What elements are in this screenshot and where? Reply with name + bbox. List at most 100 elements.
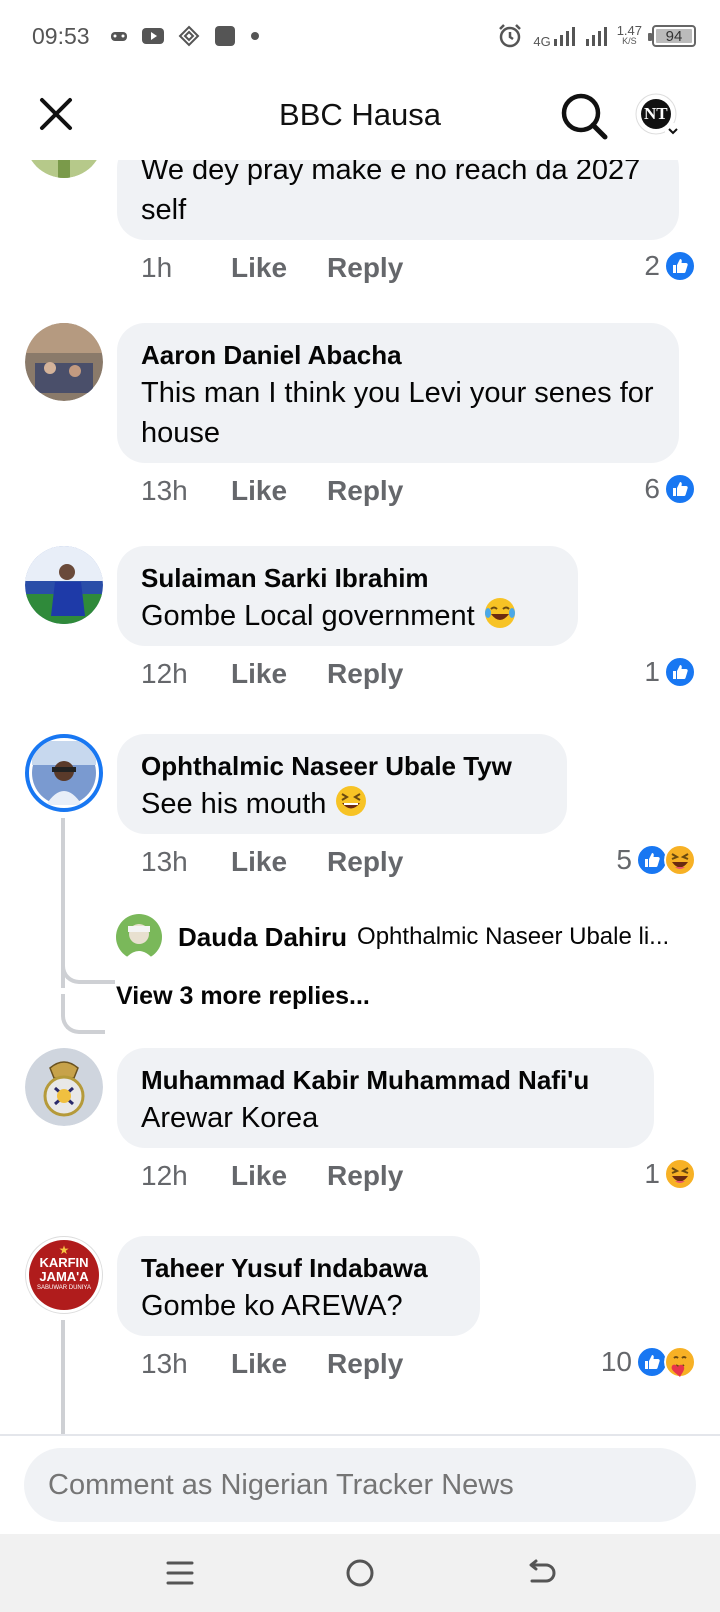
reaction-summary[interactable]: 10: [601, 1346, 696, 1378]
comment-author[interactable]: Sulaiman Sarki Ibrahim: [141, 560, 554, 596]
haha-reaction-icon: [664, 844, 696, 876]
like-button[interactable]: Like: [231, 658, 287, 690]
comment-bubble[interactable]: Aaron Daniel Abacha This man I think you…: [117, 323, 679, 463]
reaction-summary[interactable]: 6: [644, 473, 696, 505]
status-bar: 09:53 4G 1.47 K/S 94: [0, 0, 720, 72]
search-icon[interactable]: [558, 90, 610, 142]
comment-bubble[interactable]: Ophthalmic Naseer Ubale Tyw See his mout…: [117, 734, 567, 834]
reaction-summary[interactable]: 1: [644, 656, 696, 688]
home-icon[interactable]: [340, 1553, 380, 1593]
comment-composer: [0, 1434, 720, 1534]
menu-icon[interactable]: [160, 1553, 200, 1593]
avatar[interactable]: [25, 734, 103, 812]
comment-text: Arewar Korea: [141, 1102, 319, 1134]
profile-initials: NT: [644, 104, 668, 123]
dot-icon: [250, 32, 259, 40]
signal-icon: [585, 27, 607, 46]
laughing-tears-emoji: [484, 598, 515, 628]
comment-text: This man I think you Levi your senes for…: [141, 377, 654, 449]
chevron-down-icon: [665, 123, 681, 139]
reply-button[interactable]: Reply: [327, 658, 403, 690]
comment-author[interactable]: Muhammad Kabir Muhammad Nafi'u: [141, 1062, 630, 1098]
comment-time: 12h: [141, 658, 188, 689]
comment-time: 13h: [141, 846, 188, 877]
comment-actions: 1h Like Reply: [141, 252, 403, 284]
comment-time: 1h: [141, 252, 173, 283]
comment-text: We dey pray make e no reach da 2027 self: [141, 160, 641, 226]
avatar: [116, 914, 162, 960]
battery-level: 94: [665, 27, 683, 45]
reaction-count: 2: [644, 250, 660, 281]
comment-author[interactable]: Ophthalmic Naseer Ubale Tyw: [141, 748, 543, 784]
comment-bubble[interactable]: Sulaiman Sarki Ibrahim Gombe Local gover…: [117, 546, 578, 646]
comment-time: 13h: [141, 1348, 188, 1379]
comment-time: 13h: [141, 475, 188, 506]
comment-bubble[interactable]: Taheer Yusuf Indabawa Gombe ko AREWA?: [117, 1236, 480, 1336]
reply-button[interactable]: Reply: [327, 846, 403, 878]
reply-thread-line: [61, 1320, 65, 1434]
reply-button[interactable]: Reply: [327, 252, 403, 284]
reaction-summary[interactable]: 2: [644, 250, 696, 282]
comment-bubble[interactable]: We dey pray make e no reach da 2027 self: [117, 160, 679, 240]
haha-reaction-icon: [664, 1158, 696, 1190]
reply-preview[interactable]: Dauda Dahiru Ophthalmic Naseer Ubale li.…: [116, 912, 696, 962]
reply-thread-curve: [61, 954, 115, 984]
vpn-icon: [178, 25, 199, 47]
grinning-squint-emoji: [336, 786, 367, 816]
comment-input[interactable]: [24, 1448, 696, 1522]
comment-text: Gombe Local government: [141, 596, 554, 636]
avatar-image: [32, 741, 96, 805]
avatar[interactable]: [25, 546, 103, 624]
like-reaction-icon: [664, 250, 696, 282]
reaction-summary[interactable]: 5: [616, 844, 696, 876]
network-indicator: 4G: [533, 25, 575, 48]
view-more-replies[interactable]: View 3 more replies...: [116, 982, 370, 1011]
avatar-text-line: JAMA'A: [39, 1269, 89, 1284]
reaction-summary[interactable]: 1: [644, 1158, 696, 1190]
reply-button[interactable]: Reply: [327, 475, 403, 507]
reaction-count: 6: [644, 473, 660, 504]
speed-indicator: 1.47 K/S: [617, 24, 642, 47]
like-button[interactable]: Like: [231, 846, 287, 878]
like-reaction-icon: [664, 473, 696, 505]
reply-author[interactable]: Dauda Dahiru: [178, 922, 347, 953]
back-icon[interactable]: [520, 1553, 560, 1593]
avatar[interactable]: [25, 160, 103, 178]
comment-author[interactable]: Taheer Yusuf Indabawa: [141, 1250, 456, 1286]
gamepad-icon: [110, 32, 127, 41]
like-button[interactable]: Like: [231, 475, 287, 507]
reply-button[interactable]: Reply: [327, 1160, 403, 1192]
youtube-icon: [141, 28, 164, 44]
speed-unit: K/S: [622, 36, 637, 46]
battery-icon: 94: [648, 25, 696, 47]
avatar[interactable]: [25, 323, 103, 401]
comment-actions: 12h Like Reply: [141, 1160, 403, 1192]
like-button[interactable]: Like: [231, 252, 287, 284]
avatar[interactable]: [25, 1048, 103, 1126]
reply-text: Ophthalmic Naseer Ubale li...: [357, 923, 670, 950]
avatar-text-line: KARFIN: [39, 1255, 89, 1270]
comment-text: Gombe ko AREWA?: [141, 1290, 403, 1322]
page-title: BBC Hausa: [279, 97, 441, 132]
app-header: BBC Hausa NT: [0, 72, 720, 160]
app-icon: [214, 26, 235, 46]
like-button[interactable]: Like: [231, 1160, 287, 1192]
comment-text-content: Gombe Local government: [141, 600, 475, 632]
comment-thread[interactable]: We dey pray make e no reach da 2027 self…: [0, 160, 720, 1434]
avatar[interactable]: ★ KARFIN JAMA'A SABUWAR DUNIYA: [25, 1236, 103, 1314]
reply-thread-curve: [61, 994, 105, 1034]
like-reaction-icon: [664, 656, 696, 688]
care-reaction-icon: [664, 1346, 696, 1378]
profile-switcher[interactable]: NT: [634, 92, 682, 140]
status-time: 09:53: [32, 22, 90, 49]
comment-text: See his mouth: [141, 784, 543, 824]
like-button[interactable]: Like: [231, 1348, 287, 1380]
system-nav-bar: [0, 1534, 720, 1612]
reaction-count: 5: [616, 844, 632, 875]
comment-actions: 13h Like Reply: [141, 846, 403, 878]
avatar-text-line: SABUWAR DUNIYA: [36, 1285, 91, 1291]
comment-actions: 12h Like Reply: [141, 658, 403, 690]
comment-author[interactable]: Aaron Daniel Abacha: [141, 337, 655, 373]
comment-bubble[interactable]: Muhammad Kabir Muhammad Nafi'u Arewar Ko…: [117, 1048, 654, 1148]
reply-button[interactable]: Reply: [327, 1348, 403, 1380]
